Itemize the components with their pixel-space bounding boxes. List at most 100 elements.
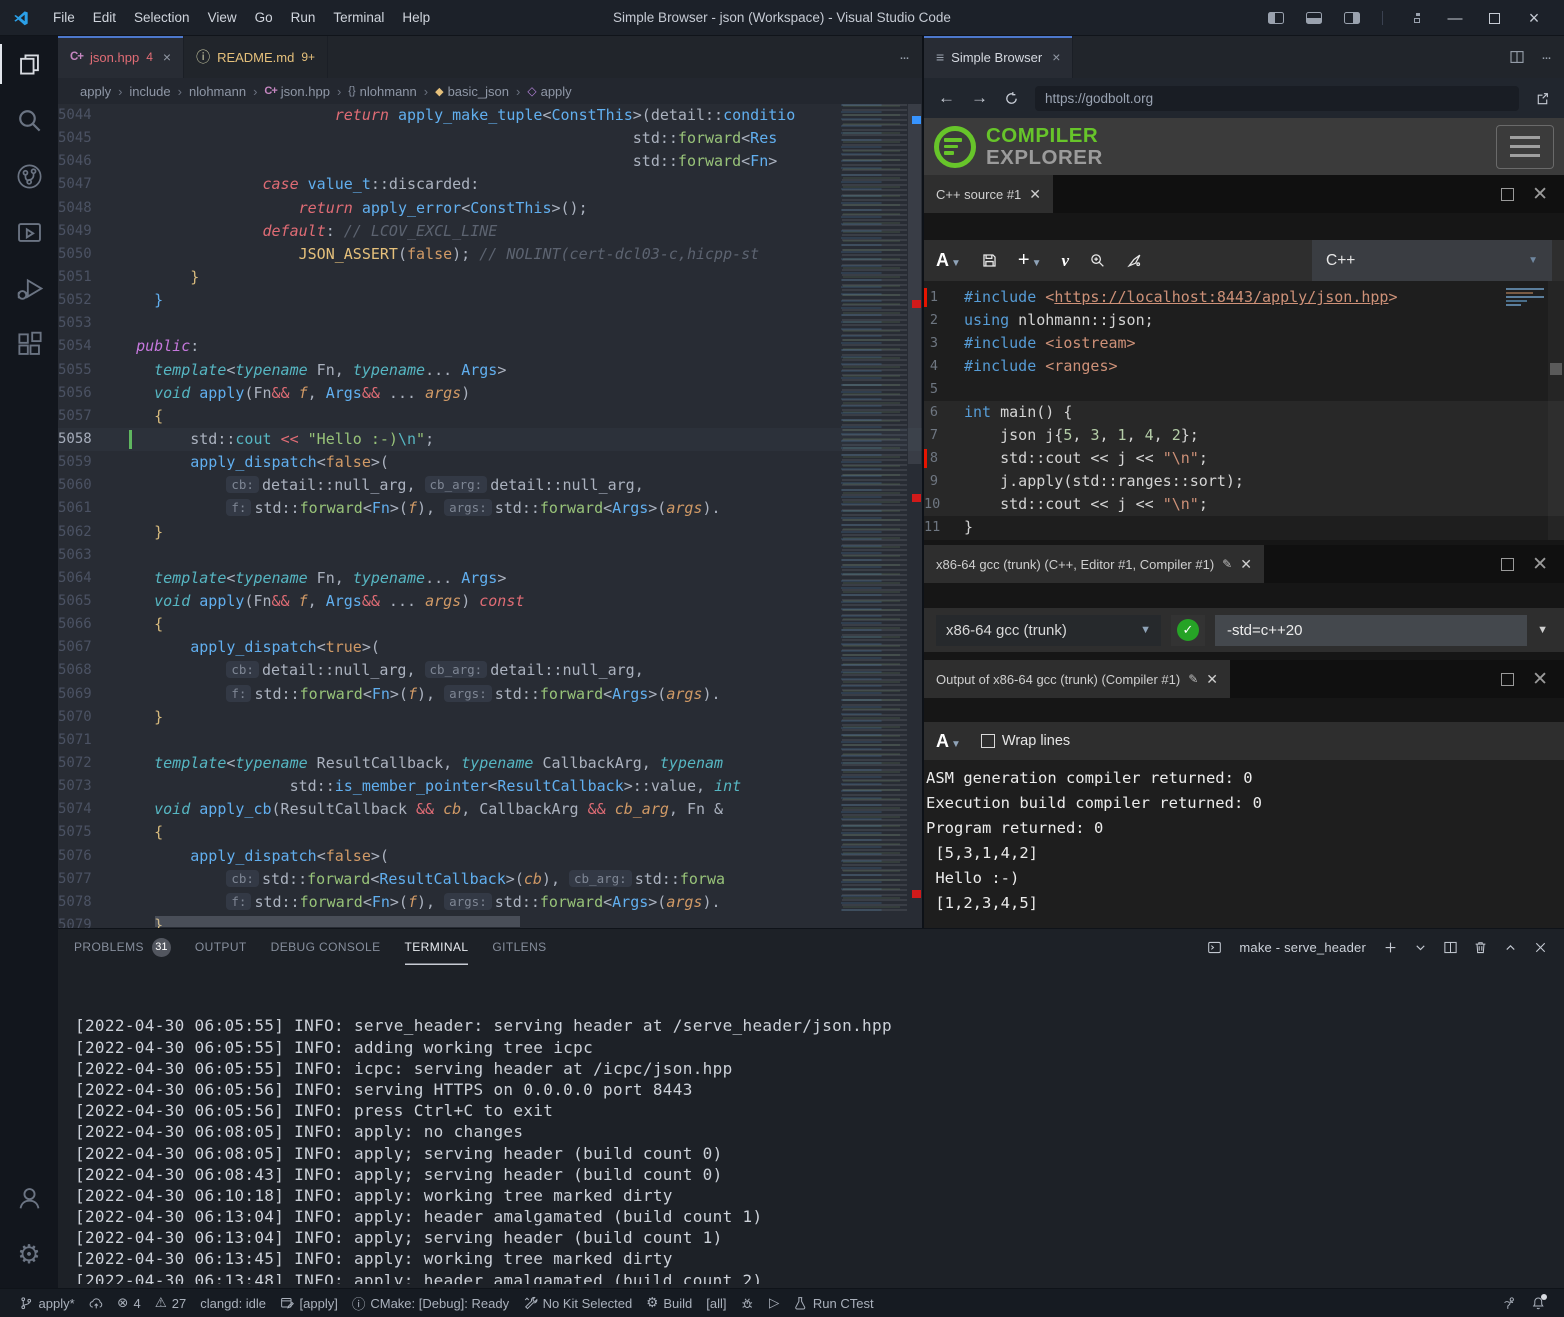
more-actions-icon[interactable]: ···: [885, 49, 922, 66]
more-actions-icon[interactable]: ···: [1541, 49, 1550, 66]
wrap-lines-checkbox[interactable]: Wrap lines: [981, 733, 1070, 749]
forward-icon[interactable]: →: [971, 88, 988, 108]
menu-run[interactable]: Run: [282, 10, 325, 25]
maximize-panel-icon[interactable]: [1503, 940, 1518, 955]
panel-tab-gitlens[interactable]: GITLENS: [492, 929, 546, 965]
ce-scrollbar[interactable]: [1548, 281, 1564, 540]
pan-icon[interactable]: [1126, 252, 1143, 269]
close-pane-icon[interactable]: ✕: [1532, 183, 1548, 206]
ce-output-tab[interactable]: Output of x86-64 gcc (trunk) (Compiler #…: [924, 660, 1230, 698]
close-window-button[interactable]: ×: [1522, 8, 1546, 29]
status-build-target[interactable]: [all]: [699, 1289, 733, 1317]
back-icon[interactable]: ←: [938, 88, 955, 108]
close-pane-icon[interactable]: ✕: [1532, 668, 1548, 691]
minimize-button[interactable]: —: [1443, 10, 1467, 27]
close-tab-icon[interactable]: ×: [1052, 49, 1060, 65]
breadcrumb-item[interactable]: {}nlohmann: [348, 84, 416, 99]
ce-source-tab[interactable]: C++ source #1 ✕: [924, 175, 1053, 213]
close-panel-icon[interactable]: [1533, 940, 1548, 955]
status-cmake-folder[interactable]: [apply]: [273, 1289, 345, 1317]
status-warnings[interactable]: ⚠27: [148, 1289, 194, 1317]
code-editor[interactable]: 5044 return apply_make_tuple<ConstThis>(…: [58, 104, 922, 928]
panel-tab-output[interactable]: OUTPUT: [195, 929, 247, 965]
toggle-secondary-sidebar-icon[interactable]: [1344, 12, 1360, 24]
ce-source-editor[interactable]: 1#include <https://localhost:8443/apply/…: [924, 281, 1564, 540]
ce-compiler-tab[interactable]: x86-64 gcc (trunk) (C++, Editor #1, Comp…: [924, 545, 1264, 583]
new-terminal-icon[interactable]: [1383, 940, 1398, 955]
zoom-icon[interactable]: [1089, 252, 1106, 269]
split-terminal-icon[interactable]: [1443, 940, 1458, 955]
reload-icon[interactable]: [1004, 91, 1019, 106]
close-tab-icon[interactable]: ×: [163, 49, 171, 65]
edit-title-icon[interactable]: ✎: [1222, 557, 1232, 571]
close-pane-icon[interactable]: ✕: [1532, 553, 1548, 576]
activity-explorer[interactable]: [0, 36, 58, 92]
terminal-output[interactable]: [2022-04-30 06:05:55] INFO: serve_header…: [75, 973, 1554, 1284]
status-clangd-status[interactable]: clangd: idle: [193, 1289, 273, 1317]
breadcrumb-item[interactable]: ◇apply: [527, 84, 571, 99]
minimap[interactable]: [837, 104, 907, 914]
toggle-sidebar-icon[interactable]: [1268, 12, 1284, 24]
vim-mode-icon[interactable]: v: [1062, 251, 1070, 271]
vertical-scrollbar[interactable]: [907, 104, 922, 914]
chevron-down-icon[interactable]: [1413, 940, 1428, 955]
save-icon[interactable]: [981, 252, 998, 269]
breadcrumb-item[interactable]: C+json.hpp: [264, 84, 330, 99]
status-git-branch[interactable]: apply*: [12, 1289, 82, 1317]
activity-source-control[interactable]: [0, 148, 58, 204]
compiler-options-input[interactable]: -std=c++20: [1215, 615, 1527, 646]
font-size-icon[interactable]: A▼: [936, 250, 961, 271]
menu-selection[interactable]: Selection: [125, 10, 199, 25]
status-run-ctest[interactable]: Run CTest: [786, 1289, 880, 1317]
status-kit-select[interactable]: No Kit Selected: [516, 1289, 639, 1317]
close-icon[interactable]: ✕: [1029, 186, 1041, 203]
activity-extensions[interactable]: [0, 316, 58, 372]
tab-json-hpp[interactable]: C+ json.hpp 4 ×: [58, 36, 184, 78]
status-errors[interactable]: ⊗4: [110, 1289, 148, 1317]
menu-terminal[interactable]: Terminal: [324, 10, 393, 25]
breadcrumb-item[interactable]: nlohmann: [189, 84, 246, 99]
menu-go[interactable]: Go: [246, 10, 282, 25]
activity-run-window[interactable]: [0, 204, 58, 260]
close-icon[interactable]: ✕: [1240, 556, 1252, 573]
activity-accounts[interactable]: [0, 1170, 58, 1226]
status-launch-target[interactable]: ▷: [762, 1289, 786, 1317]
breadcrumb-item[interactable]: include: [129, 84, 170, 99]
chevron-down-icon[interactable]: ▼: [1537, 624, 1552, 636]
status-debug-target[interactable]: [733, 1289, 762, 1317]
edit-title-icon[interactable]: ✎: [1188, 672, 1198, 686]
add-pane-icon[interactable]: +▼: [1018, 249, 1042, 272]
menu-help[interactable]: Help: [393, 10, 439, 25]
kill-terminal-icon[interactable]: [1473, 940, 1488, 955]
maximize-pane-icon[interactable]: [1501, 188, 1514, 201]
breadcrumb-item[interactable]: ◆basic_json: [435, 84, 509, 99]
menu-view[interactable]: View: [199, 10, 246, 25]
language-select[interactable]: C++ ▼: [1312, 240, 1552, 281]
tab-simple-browser[interactable]: ≡ Simple Browser ×: [924, 36, 1073, 78]
toggle-panel-icon[interactable]: [1306, 12, 1322, 24]
status-remote-indicator[interactable]: [1495, 1289, 1524, 1317]
status-publish[interactable]: [82, 1289, 111, 1317]
status-build[interactable]: ⚙Build: [639, 1289, 699, 1317]
status-notifications[interactable]: [1524, 1289, 1553, 1317]
menu-file[interactable]: File: [44, 10, 84, 25]
panel-tab-problems[interactable]: PROBLEMS31: [74, 929, 171, 965]
split-editor-icon[interactable]: [1509, 49, 1525, 65]
terminal-instance-label[interactable]: make - serve_header: [1239, 940, 1366, 955]
hamburger-menu-icon[interactable]: [1496, 125, 1554, 169]
breadcrumb-item[interactable]: apply: [80, 84, 111, 99]
url-input[interactable]: https://godbolt.org: [1035, 86, 1519, 111]
status-cmake-status[interactable]: ⓘCMake: [Debug]: Ready: [345, 1289, 516, 1317]
maximize-pane-icon[interactable]: [1501, 558, 1514, 571]
panel-tab-debug-console[interactable]: DEBUG CONSOLE: [271, 929, 381, 965]
open-external-icon[interactable]: [1535, 91, 1550, 106]
activity-run-and-debug[interactable]: [0, 260, 58, 316]
horizontal-scrollbar[interactable]: [155, 916, 520, 927]
maximize-button[interactable]: [1489, 13, 1500, 24]
activity-settings[interactable]: ⚙: [0, 1226, 58, 1282]
menu-edit[interactable]: Edit: [84, 10, 125, 25]
customize-layout-icon[interactable]: [1405, 12, 1421, 24]
compiler-select[interactable]: x86-64 gcc (trunk) ▼: [936, 615, 1161, 646]
activity-search[interactable]: [0, 92, 58, 148]
tab-readme-md[interactable]: ⓘ README.md 9+: [184, 36, 328, 78]
